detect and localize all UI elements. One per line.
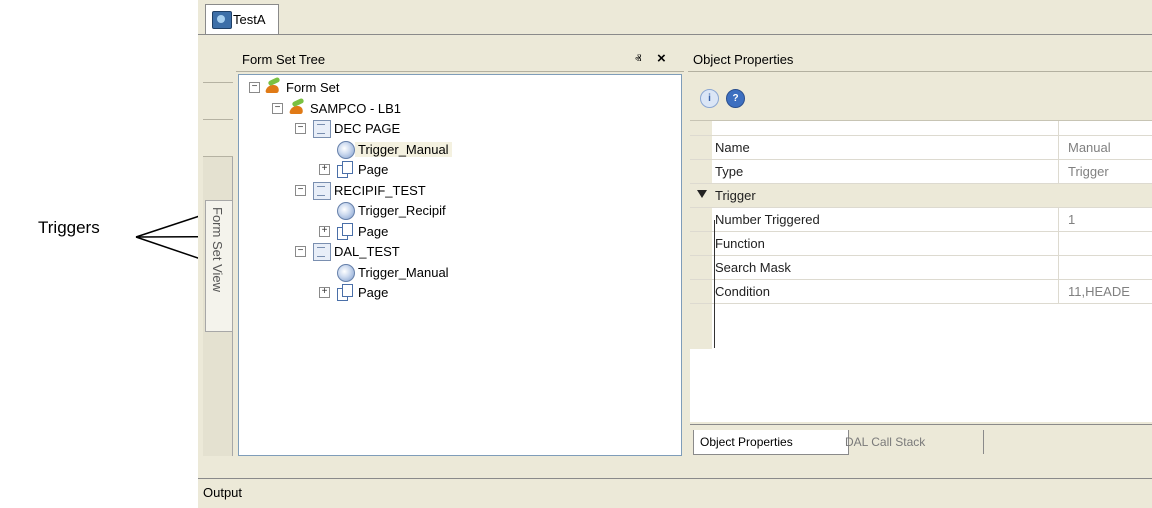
tree-node-label: Trigger_Manual: [355, 141, 452, 157]
object-properties-bottom-tabs: Object Properties DAL Call Stack: [690, 424, 1152, 458]
object-properties-header: Object Properties: [688, 48, 1152, 72]
column-divider: [1058, 160, 1059, 183]
property-row[interactable]: Type Trigger: [690, 160, 1152, 184]
tree-node-label: RECIPIF_TEST: [334, 182, 426, 198]
collapse-icon[interactable]: −: [295, 246, 306, 257]
form-set-tree-title: Form Set Tree: [242, 52, 326, 67]
page-icon: [337, 222, 353, 240]
form-icon: [313, 120, 331, 138]
property-row[interactable]: Name Manual: [690, 136, 1152, 160]
document-tab-testa[interactable]: TestA: [205, 4, 279, 34]
form-set-tree: − Form Set − SAMPCO - LB1− DEC PAGE Trigger_M…: [238, 74, 682, 456]
property-value[interactable]: 11,HEADE: [1068, 284, 1130, 299]
column-divider: [1058, 208, 1059, 231]
expand-icon[interactable]: +: [319, 164, 330, 175]
trigger-icon: [337, 202, 355, 220]
category-indent-line: [714, 220, 715, 348]
column-divider: [1058, 256, 1059, 279]
object-properties-toolbar: i ?: [690, 76, 1152, 120]
tree-node[interactable]: − Form Set: [239, 78, 679, 98]
tree-node[interactable]: Trigger_Manual: [239, 263, 679, 283]
tree-node[interactable]: − RECIPIF_TEST: [239, 181, 679, 201]
tree-node-label: Form Set: [286, 80, 340, 95]
trigger-icon: [337, 263, 355, 282]
property-category-row[interactable]: Trigger: [690, 184, 1152, 208]
output-panel[interactable]: Output: [198, 478, 1152, 508]
collapse-icon[interactable]: −: [295, 123, 306, 134]
property-name: Search Mask: [715, 260, 791, 275]
tab-dal-call-stack[interactable]: DAL Call Stack: [839, 430, 984, 454]
document-tab-label: TestA: [233, 12, 266, 27]
property-value[interactable]: 1: [1068, 212, 1075, 227]
tree-node[interactable]: + Page: [239, 222, 679, 242]
object-properties-title: Object Properties: [693, 52, 794, 67]
form-set-view-label: Form Set View: [210, 207, 225, 293]
form-icon: [313, 181, 331, 200]
page-icon: [337, 161, 353, 178]
grid-header-row: [690, 121, 1152, 136]
side-strip-button-1[interactable]: [203, 46, 233, 83]
property-name: Type: [715, 164, 744, 179]
property-row[interactable]: Condition 11,HEADE: [690, 280, 1152, 304]
collapse-icon[interactable]: −: [295, 184, 306, 196]
property-name: Condition: [715, 284, 770, 299]
pin-icon[interactable]: ⱏ: [635, 51, 641, 67]
document-icon: [212, 11, 232, 29]
help-icon[interactable]: ?: [726, 89, 745, 108]
tree-node-label: DAL_TEST: [334, 244, 400, 259]
form-set-icon: [289, 100, 305, 116]
tree-node[interactable]: Trigger_Recipif: [239, 201, 679, 221]
column-divider: [1058, 121, 1059, 135]
property-name: Number Triggered: [715, 212, 820, 227]
property-category-label: Trigger: [715, 188, 756, 203]
output-label: Output: [203, 485, 243, 500]
tabbar-divider: [198, 34, 1152, 35]
column-divider: [1058, 136, 1059, 159]
tree-node[interactable]: Trigger_Manual: [239, 140, 679, 160]
property-row[interactable]: Number Triggered 1: [690, 208, 1152, 232]
page-icon: [337, 284, 353, 301]
expand-icon[interactable]: +: [319, 225, 330, 237]
trigger-icon: [337, 140, 355, 159]
tree-node-label: Page: [358, 223, 389, 239]
property-row[interactable]: Function: [690, 232, 1152, 256]
tree-node-label: Trigger_Manual: [358, 264, 449, 280]
collapse-icon[interactable]: −: [249, 82, 260, 93]
tree-node[interactable]: − DEC PAGE: [239, 119, 679, 139]
tree-node-label: DEC PAGE: [334, 121, 401, 136]
property-grid: Name Manual Type Trigger Trigger Number Trigg…: [690, 120, 1152, 422]
form-set-tree-header: Form Set Tree ⱏ ×: [236, 48, 684, 72]
property-value[interactable]: Trigger: [1068, 164, 1109, 179]
tree-node[interactable]: + Page: [239, 283, 679, 303]
tree-node-label: SAMPCO - LB1: [310, 100, 402, 116]
tree-node-label: Trigger_Recipif: [358, 203, 446, 218]
form-icon: [313, 243, 331, 261]
property-name: Function: [715, 236, 765, 251]
tree-node-label: Page: [358, 162, 389, 177]
side-panel-strip: Form Set View: [203, 46, 233, 456]
column-divider: [1058, 232, 1059, 255]
side-strip-button-2[interactable]: [203, 83, 233, 120]
info-icon[interactable]: i: [700, 89, 719, 108]
property-row[interactable]: Search Mask: [690, 256, 1152, 280]
side-strip-button-3[interactable]: [203, 120, 233, 157]
form-set-icon: [265, 79, 281, 95]
collapse-triangle-icon[interactable]: [697, 190, 707, 198]
tab-object-properties[interactable]: Object Properties: [693, 430, 849, 455]
property-name: Name: [715, 140, 750, 155]
tree-node[interactable]: − DAL_TEST: [239, 242, 679, 262]
tree-node[interactable]: − SAMPCO - LB1: [239, 99, 679, 119]
tree-node[interactable]: + Page: [239, 160, 679, 180]
form-set-view-tab[interactable]: Form Set View: [205, 200, 233, 332]
property-value[interactable]: Manual: [1068, 140, 1111, 155]
expand-icon[interactable]: +: [319, 287, 330, 298]
column-divider: [1058, 280, 1059, 303]
collapse-icon[interactable]: −: [272, 102, 283, 114]
close-icon[interactable]: ×: [657, 50, 666, 67]
tree-node-label: Page: [358, 285, 389, 300]
